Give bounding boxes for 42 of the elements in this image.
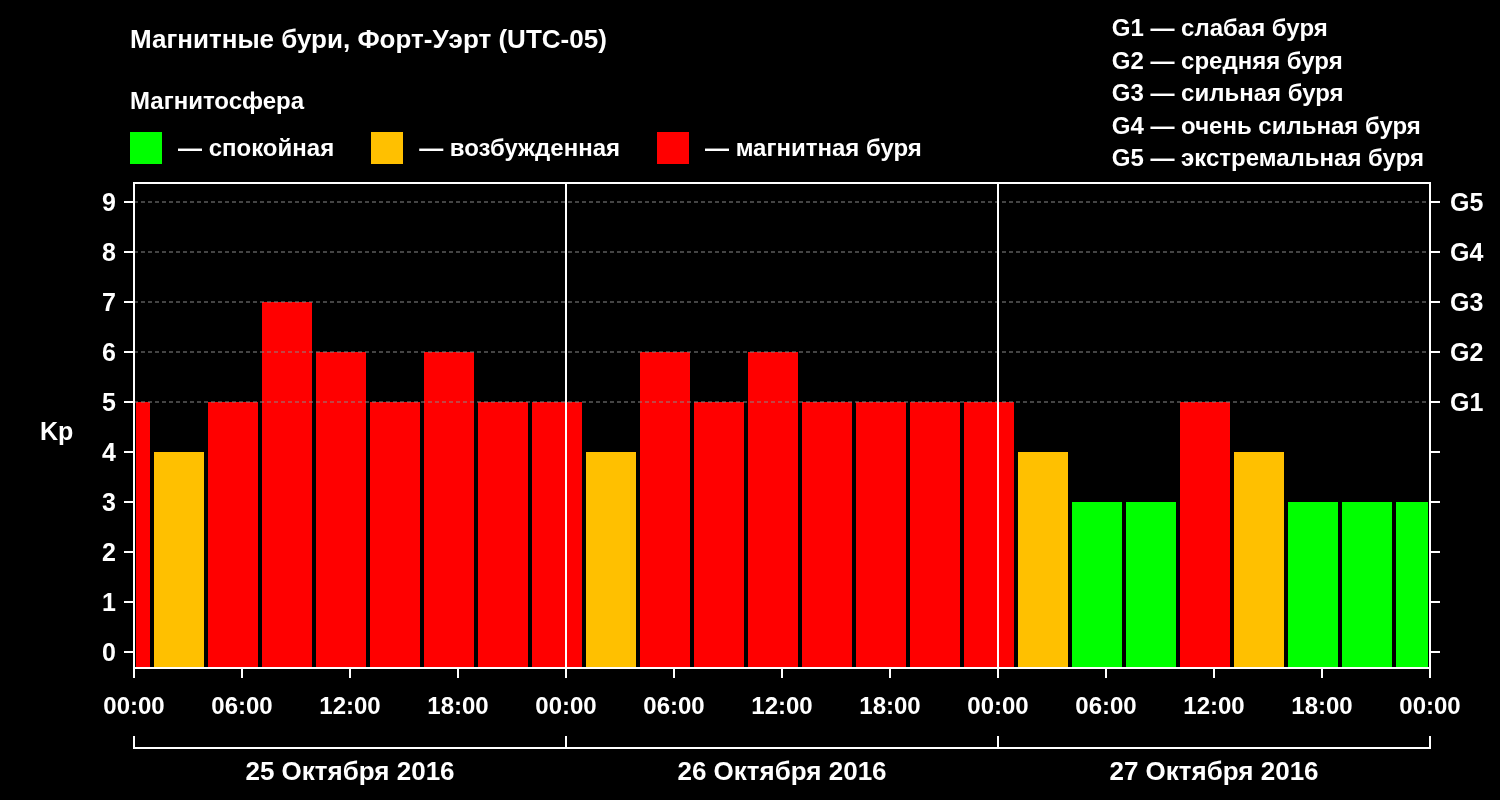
- x-tick-label: 12:00: [319, 692, 381, 719]
- y-axis-label: Kp: [40, 417, 74, 445]
- storm-level-label: G5 — экстремальная буря: [1111, 143, 1424, 173]
- x-tick-label: 18:00: [427, 692, 489, 719]
- storm-level-label: G1 — слабая буря: [1111, 13, 1328, 43]
- x-tick-label: 06:00: [643, 692, 705, 719]
- y-tick-label: 0: [102, 638, 116, 666]
- x-tick-label: 00:00: [103, 692, 165, 719]
- y-tick-label: 4: [102, 438, 116, 466]
- date-label: 25 Октября 2016: [245, 756, 455, 786]
- storm-level-tick: G4: [1450, 238, 1484, 266]
- y-tick-label: 8: [102, 238, 116, 266]
- legend-label: — магнитная буря: [705, 133, 922, 163]
- x-tick-label: 00:00: [1399, 692, 1461, 719]
- y-tick-label: 2: [102, 538, 116, 566]
- storm-level-tick: G5: [1450, 188, 1484, 216]
- date-label: 26 Октября 2016: [677, 756, 887, 786]
- x-tick-label: 00:00: [967, 692, 1029, 719]
- x-tick-label: 18:00: [859, 692, 921, 719]
- storm-level-label: G4 — очень сильная буря: [1111, 110, 1421, 141]
- storm-level-tick: G2: [1450, 338, 1484, 366]
- y-tick-label: 6: [102, 338, 116, 366]
- y-tick-label: 3: [102, 488, 116, 516]
- y-tick-label: 7: [102, 288, 116, 316]
- x-tick-label: 06:00: [211, 692, 273, 719]
- storm-level-tick: G3: [1450, 288, 1484, 316]
- legend-heading: Магнитосфера: [130, 86, 305, 116]
- x-tick-label: 12:00: [751, 692, 813, 719]
- y-tick-label: 1: [102, 588, 116, 616]
- y-tick-label: 5: [102, 388, 116, 416]
- date-label: 27 Октября 2016: [1109, 756, 1319, 786]
- y-tick-label: 9: [102, 188, 116, 216]
- x-tick-label: 06:00: [1075, 692, 1137, 719]
- storm-level-tick: G1: [1450, 388, 1484, 416]
- x-tick-label: 18:00: [1291, 692, 1353, 719]
- x-tick-label: 00:00: [535, 692, 597, 719]
- x-tick-label: 12:00: [1183, 692, 1245, 719]
- legend-label: — возбужденная: [419, 133, 620, 163]
- storm-level-label: G2 — средняя буря: [1111, 45, 1343, 76]
- storm-level-label: G3 — сильная буря: [1111, 78, 1344, 108]
- legend-label: — спокойная: [178, 133, 335, 163]
- chart-title: Магнитные бури, Форт-Уэрт (UTC-05): [130, 23, 607, 56]
